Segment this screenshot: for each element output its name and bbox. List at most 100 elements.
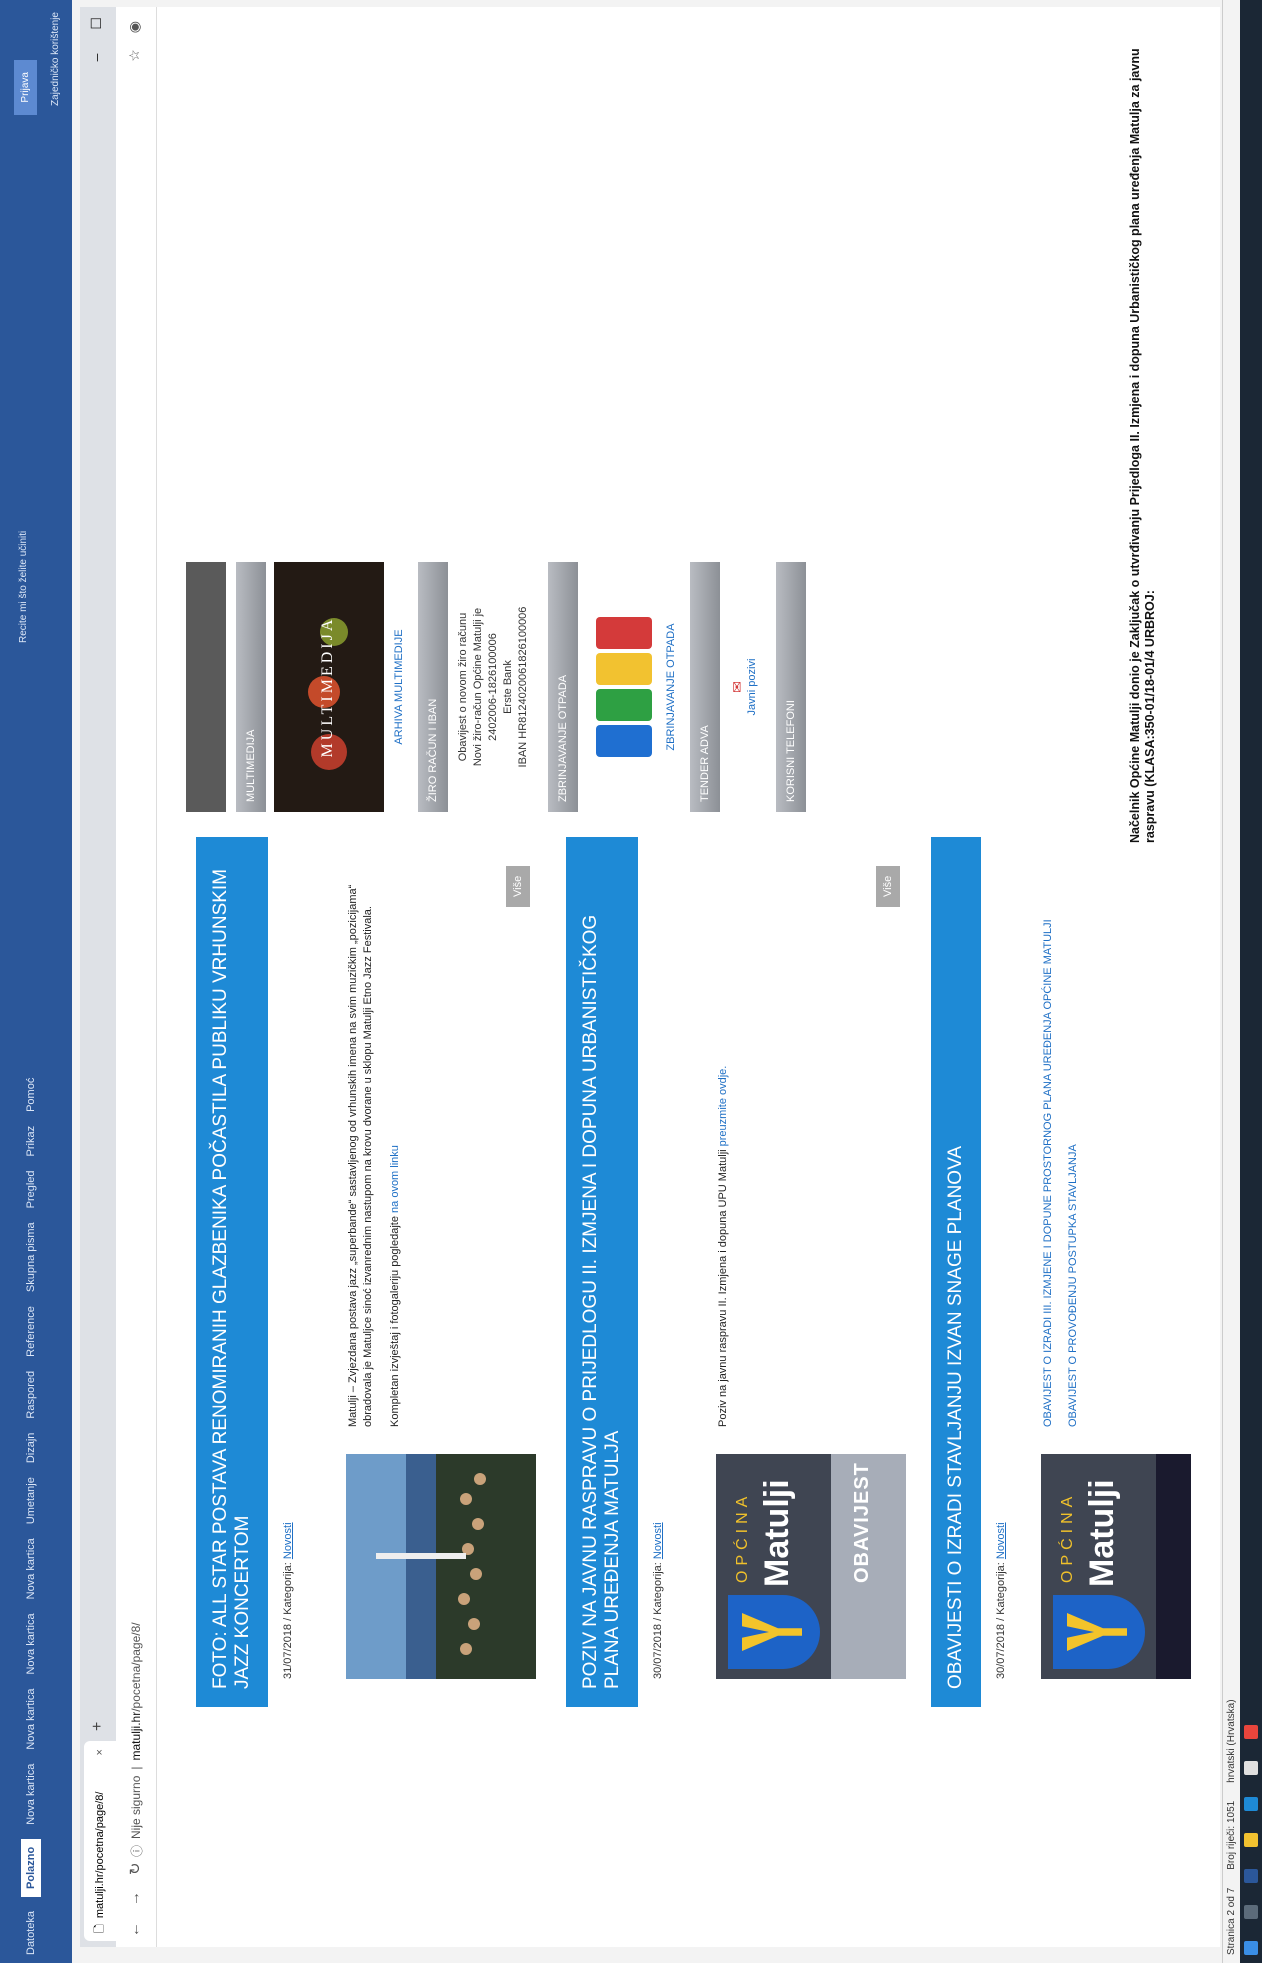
matulji-crest-icon — [728, 1595, 820, 1669]
url-domain: matulji.hr — [129, 1711, 143, 1761]
post-3-meta: 30/07/2018 / Kategorija: Novosti — [995, 837, 1007, 1679]
website-content: FOTO: ALL STAR POSTAVA RENOMIRANIH GLAZB… — [156, 7, 1216, 1947]
post-1-excerpt-text: Matulji – Zvjezdana postava jazz „superb… — [347, 884, 374, 1427]
address-bar: ← → ↻ ⓘ Nije sigurno | matulji.hr/pocetn… — [116, 7, 157, 1947]
nav-buttons: ← → ↻ — [126, 1862, 144, 1937]
post-1-excerpt-text-2: Kompletan izvještaj i fotogaleriju pogle… — [389, 1216, 401, 1427]
post-1-more-button[interactable]: Više — [506, 865, 530, 907]
browser-tab-title: matulji.hr/pocetna/page/8/ — [94, 1791, 106, 1919]
status-words[interactable]: Broj riječi: 1051 — [1226, 1801, 1237, 1870]
arhiva-multimedije-link[interactable]: ARHIVA MULTIMEDIJE — [393, 629, 405, 744]
ziro-line-2: Novi žiro-račun Općine Matulji je — [472, 607, 484, 767]
post-2-title[interactable]: POZIV NA JAVNU RASPRAVU O PRIJEDLOGU II.… — [566, 837, 638, 1707]
minimize-icon[interactable]: – — [88, 54, 105, 62]
ziro-line-5: IBAN HR8124020061826100006 — [517, 606, 529, 768]
tab-nova-kartica-2[interactable]: Nova kartica — [25, 1689, 37, 1750]
post-1-category-link[interactable]: Novosti — [282, 1522, 294, 1559]
ziro-line-1: Obavijest o novom žiro računu — [457, 612, 469, 762]
share-button[interactable]: Zajedničko korištenje — [50, 12, 61, 106]
zbrinjavanje-link[interactable]: ZBRINJAVANJE OTPADA — [665, 623, 677, 750]
tab-dizajn[interactable]: Dizajn — [25, 1433, 37, 1464]
url-field[interactable]: ⓘ Nije sigurno | matulji.hr/pocetna/page… — [124, 1622, 148, 1857]
tab-pomoc[interactable]: Pomoć — [25, 1078, 37, 1112]
forward-icon[interactable]: → — [126, 1891, 144, 1906]
post-3: OBAVIJESTI O IZRADI STAVLJANJU IZVAN SNA… — [931, 837, 1007, 1707]
word-app-icon[interactable] — [1244, 1869, 1258, 1883]
post-3-obavijest-image[interactable]: OPĆINA Matulji — [1041, 1454, 1191, 1679]
post-2-category-link[interactable]: Novosti — [652, 1522, 664, 1559]
sidebar-top-photo[interactable] — [186, 562, 226, 812]
tab-reference[interactable]: Reference — [25, 1306, 37, 1357]
post-2-download-link[interactable]: preuzmite ovdje. — [717, 1066, 729, 1147]
tab-nova-kartica-1[interactable]: Nova kartica — [25, 1764, 37, 1825]
back-icon[interactable]: ← — [126, 1922, 144, 1937]
post-3-link-2[interactable]: OBAVIJEST O PROVOĐENJU POSTUPKA STAVLJAN… — [1066, 867, 1081, 1427]
post-2: POZIV NA JAVNU RASPRAVU O PRIJEDLOGU II.… — [566, 837, 664, 1707]
word-status-bar: Stranica 2 od 7 Broj riječi: 1051 hrvats… — [1222, 0, 1240, 1963]
multimedija-overlay-text: MULTIMEDIJA — [319, 616, 336, 758]
javni-pozivi-icon: ✉ — [729, 681, 745, 693]
obavijest-opcina-2: OPĆINA — [1059, 1491, 1076, 1583]
browser-window: 🗋 matulji.hr/pocetna/page/8/ × + – ☐ ← →… — [80, 7, 1220, 1947]
browser-tab[interactable]: 🗋 matulji.hr/pocetna/page/8/ × — [84, 1741, 116, 1941]
concert-photo — [346, 1454, 536, 1679]
status-language[interactable]: hrvatski (Hrvatska) — [1226, 1699, 1237, 1782]
post-1: FOTO: ALL STAR POSTAVA RENOMIRANIH GLAZB… — [196, 837, 294, 1707]
tab-raspored[interactable]: Raspored — [25, 1371, 37, 1419]
recycling-bins-image[interactable] — [588, 617, 658, 757]
post-1-title[interactable]: FOTO: ALL STAR POSTAVA RENOMIRANIH GLAZB… — [196, 837, 268, 1707]
sidebar-multimedija-image[interactable]: MULTIMEDIJA — [274, 562, 384, 812]
search-icon[interactable] — [1244, 1905, 1258, 1919]
edge-icon[interactable] — [1244, 1797, 1258, 1811]
obavijest-matulji-2: Matulji — [1083, 1479, 1121, 1587]
post-1-gallery-link[interactable]: na ovom linku — [389, 1145, 401, 1213]
matulji-crest-icon-2 — [1053, 1595, 1145, 1669]
tab-nova-kartica-3[interactable]: Nova kartica — [25, 1613, 37, 1674]
status-page[interactable]: Stranica 2 od 7 — [1226, 1888, 1237, 1955]
url-path: /pocetna/page/8/ — [129, 1622, 143, 1712]
post-3-links: OBAVIJEST O IZRADI III. IZMJENE I DOPUNE… — [1041, 867, 1081, 1427]
post-2-excerpt: Poziv na javnu raspravu II. Izmjena i do… — [716, 867, 731, 1427]
reload-icon[interactable]: ↻ — [126, 1862, 144, 1875]
tab-skupna-pisma[interactable]: Skupna pisma — [25, 1222, 37, 1292]
ziro-line-4: Erste Bank — [502, 660, 514, 714]
post-2-meta: 30/07/2018 / Kategorija: Novosti — [652, 837, 664, 1679]
tab-pregled[interactable]: Pregled — [25, 1170, 37, 1208]
post-2-more-button[interactable]: Više — [876, 865, 900, 907]
tab-polazno[interactable]: Polazno — [21, 1838, 41, 1897]
sidebar-ziro-text: Obavijest o novom žiro računu Novi žiro-… — [456, 562, 531, 812]
close-tab-icon[interactable]: × — [94, 1749, 106, 1755]
post-3-link-1[interactable]: OBAVIJEST O IZRADI III. IZMJENE I DOPUNE… — [1041, 867, 1056, 1427]
rotated-screenshot: Datoteka Polazno Nova kartica Nova karti… — [0, 0, 1262, 1963]
post-1-photo[interactable] — [346, 1454, 536, 1679]
tab-nova-kartica-4[interactable]: Nova kartica — [25, 1538, 37, 1599]
sign-in-button[interactable]: Prijava — [14, 60, 37, 115]
document-notice-text: Načelnik Općine Matulji donio je Zaključ… — [1128, 48, 1157, 843]
post-1-date: 31/07/2018 / Kategorija: — [282, 1562, 294, 1679]
not-secure-label: Nije sigurno — [129, 1775, 143, 1839]
tab-prikaz[interactable]: Prikaz — [25, 1126, 37, 1157]
info-icon[interactable]: ⓘ — [128, 1845, 145, 1857]
post-2-obavijest-image[interactable]: OPĆINA Matulji OBAVIJEST — [716, 1454, 906, 1679]
obavijest-opcina: OPĆINA — [734, 1491, 751, 1583]
sidebar-zbrinjavanje-header: ZBRINJAVANJE OTPADA — [548, 562, 578, 812]
address-bar-actions: ☆ ◉ — [126, 21, 143, 62]
post-3-category-link[interactable]: Novosti — [995, 1522, 1007, 1559]
url-separator: | — [129, 1766, 143, 1770]
post-3-title[interactable]: OBAVIJESTI O IZRADI STAVLJANJU IZVAN SNA… — [931, 837, 981, 1707]
javni-pozivi-link[interactable]: Javni pozivi — [746, 659, 758, 716]
maximize-icon[interactable]: ☐ — [88, 17, 105, 30]
star-icon[interactable]: ☆ — [126, 49, 143, 62]
profile-icon[interactable]: ◉ — [126, 21, 143, 33]
chrome-icon[interactable] — [1244, 1725, 1258, 1739]
post-2-excerpt-text: Poziv na javnu raspravu II. Izmjena i do… — [717, 1149, 729, 1427]
post-1-meta: 31/07/2018 / Kategorija: Novosti — [282, 837, 294, 1679]
new-tab-icon[interactable]: + — [89, 1722, 107, 1731]
file-explorer-icon[interactable] — [1244, 1833, 1258, 1847]
recycling-bins-icon — [596, 617, 652, 757]
start-icon[interactable] — [1244, 1941, 1258, 1955]
store-icon[interactable] — [1244, 1761, 1258, 1775]
tab-datoteka[interactable]: Datoteka — [25, 1911, 37, 1955]
tab-umetanje[interactable]: Umetanje — [25, 1477, 37, 1524]
tell-me-search[interactable]: Recite mi što želite učiniti — [18, 531, 29, 643]
